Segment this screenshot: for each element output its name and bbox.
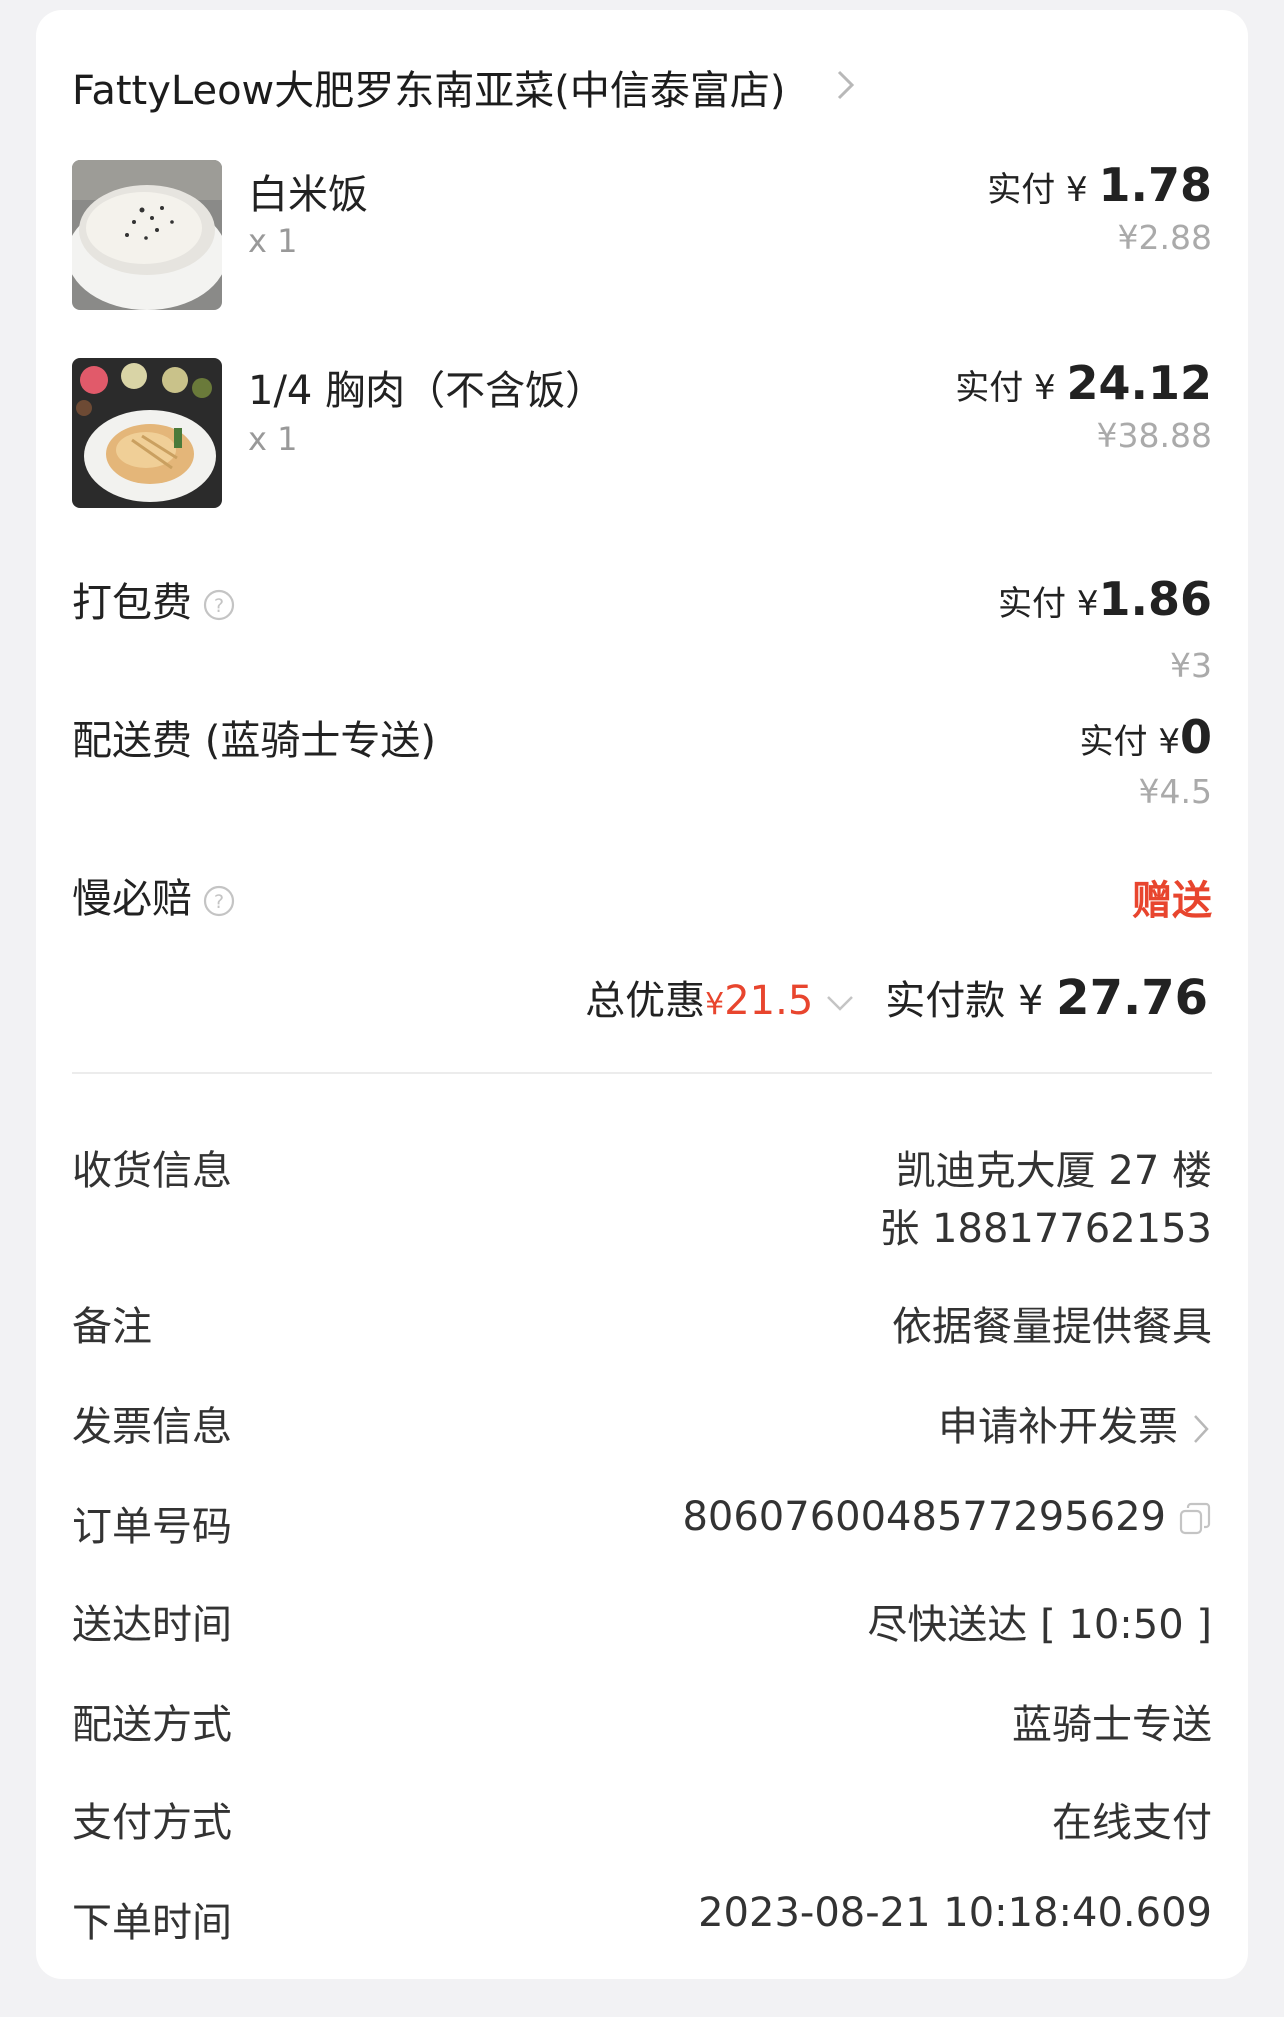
item-paid-price: 实付 ¥ 24.12 [955,356,1212,410]
payment-method-value: 在线支付 [1052,1800,1212,1846]
item-original-price: ¥2.88 [1117,218,1212,257]
address-line-1: 凯迪克大厦 27 楼 [895,1148,1212,1194]
paid-amount: 24.12 [1066,356,1212,410]
item-name: 1/4 胸肉（不含饭） [248,368,606,414]
help-icon[interactable]: ? [202,588,236,622]
svg-text:?: ? [214,595,224,617]
late-guarantee-row: 慢必赔 ? [72,866,236,924]
delivery-method-label: 配送方式 [72,1702,232,1748]
packing-fee-label: 打包费 [72,580,192,626]
order-summary: 总优惠¥21.5 实付款 ¥ 27.76 [585,968,1208,1026]
item-name: 白米饭 [248,172,368,218]
store-name[interactable]: FattyLeow大肥罗东南亚菜(中信泰富店) [72,58,785,116]
item-quantity: x 1 [248,420,298,458]
packing-fee-original: ¥3 [1170,646,1212,685]
discount-yen: ¥ [705,987,725,1022]
discount-amount[interactable]: 21.5 [724,978,813,1024]
delivery-fee-paid: 实付 ¥0 [1080,710,1212,764]
delivery-time-label: 送达时间 [72,1602,232,1648]
paid-prefix: 实付 ¥ [987,170,1099,210]
svg-text:?: ? [214,891,224,913]
item-paid-price: 实付 ¥ 1.78 [987,158,1212,212]
paid-amount: 1.86 [1098,572,1213,626]
item-quantity: x 1 [248,222,298,260]
late-guarantee-label: 慢必赔 [72,876,192,922]
packing-fee-paid: 实付 ¥1.86 [998,572,1212,626]
invoice-value[interactable]: 申请补开发票 [938,1404,1178,1450]
order-number-value: 8060760048577295629 [682,1494,1166,1540]
rice-photo [72,160,222,310]
chicken-photo [72,358,222,508]
paid-amount: 1.78 [1098,158,1213,212]
delivery-fee-label: 配送费 (蓝骑士专送) [72,718,436,764]
note-label: 备注 [72,1304,152,1350]
discount-label[interactable]: 总优惠 [585,978,705,1024]
help-icon[interactable]: ? [202,884,236,918]
note-value: 依据餐量提供餐具 [892,1304,1212,1350]
invoice-label: 发票信息 [72,1404,232,1450]
paid-prefix: 实付 ¥ [955,368,1067,408]
address-line-2: 张 18817762153 [879,1206,1212,1252]
divider [72,1072,1212,1074]
order-time-value: 2023-08-21 10:18:40.609 [698,1890,1212,1936]
chevron-right-icon[interactable] [1190,1412,1212,1446]
order-number-row: 8060760048577295629 [682,1494,1212,1540]
order-number-label: 订单号码 [72,1504,232,1550]
order-detail-card: FattyLeow大肥罗东南亚菜(中信泰富店) 白米饭 x 1 实付 ¥ 1.7… [36,10,1248,1979]
order-time-label: 下单时间 [72,1900,232,1946]
paid-prefix: 实付 ¥ [998,584,1099,624]
paid-amount: 0 [1179,710,1212,764]
payment-method-label: 支付方式 [72,1800,232,1846]
copy-icon[interactable] [1178,1502,1212,1536]
address-label: 收货信息 [72,1148,232,1194]
invoice-action[interactable]: 申请补开发票 [938,1394,1212,1452]
total-amount: 27.76 [1056,970,1208,1026]
total-label: 实付款 ¥ [885,978,1057,1024]
delivery-fee-original: ¥4.5 [1138,772,1212,811]
chevron-right-icon[interactable] [828,68,862,102]
late-guarantee-value: 赠送 [1132,878,1212,924]
paid-prefix: 实付 ¥ [1079,722,1180,762]
item-original-price: ¥38.88 [1096,416,1212,455]
chevron-down-icon[interactable] [825,993,855,1013]
delivery-time-value: 尽快送达 [ 10:50 ] [867,1602,1212,1648]
delivery-method-value: 蓝骑士专送 [1012,1702,1212,1748]
packing-fee-row: 打包费 ? [72,570,236,628]
